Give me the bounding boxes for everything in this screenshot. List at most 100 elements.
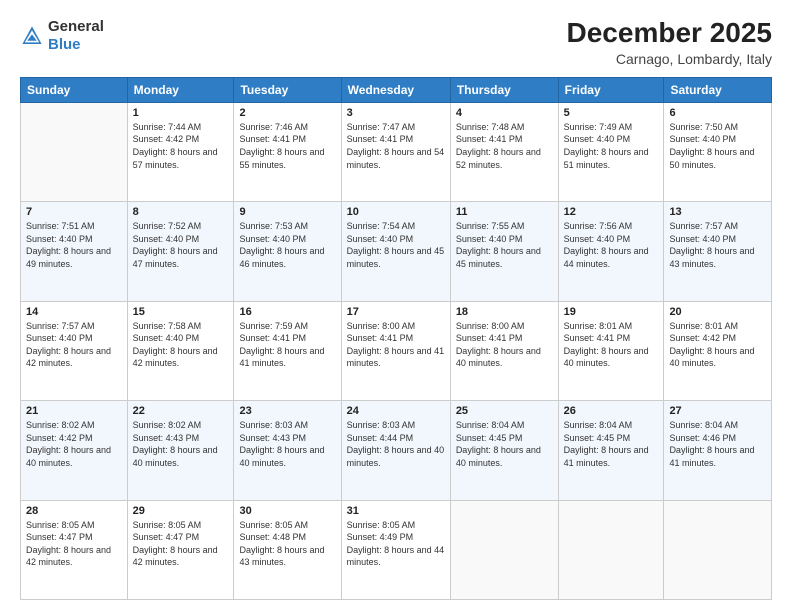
- day-number: 23: [239, 405, 335, 417]
- day-number: 17: [347, 306, 445, 318]
- day-cell: 14 Sunrise: 7:57 AMSunset: 4:40 PMDayligh…: [21, 301, 128, 400]
- day-cell: [450, 500, 558, 599]
- day-number: 12: [564, 206, 659, 218]
- day-info: Sunrise: 8:01 AMSunset: 4:41 PMDaylight:…: [564, 320, 659, 370]
- day-info: Sunrise: 8:00 AMSunset: 4:41 PMDaylight:…: [456, 320, 553, 370]
- day-number: 24: [347, 405, 445, 417]
- day-number: 29: [133, 505, 229, 517]
- day-cell: 12 Sunrise: 7:56 AMSunset: 4:40 PMDayligh…: [558, 202, 664, 301]
- day-number: 13: [669, 206, 766, 218]
- day-info: Sunrise: 8:00 AMSunset: 4:41 PMDaylight:…: [347, 320, 445, 370]
- day-number: 14: [26, 306, 122, 318]
- day-cell: 31 Sunrise: 8:05 AMSunset: 4:49 PMDayligh…: [341, 500, 450, 599]
- day-number: 6: [669, 107, 766, 119]
- weekday-thursday: Thursday: [450, 77, 558, 102]
- day-info: Sunrise: 7:56 AMSunset: 4:40 PMDaylight:…: [564, 220, 659, 270]
- day-number: 11: [456, 206, 553, 218]
- day-number: 22: [133, 405, 229, 417]
- day-info: Sunrise: 8:03 AMSunset: 4:44 PMDaylight:…: [347, 419, 445, 469]
- location-title: Carnago, Lombardy, Italy: [567, 51, 772, 67]
- day-cell: 26 Sunrise: 8:04 AMSunset: 4:45 PMDayligh…: [558, 401, 664, 500]
- day-number: 25: [456, 405, 553, 417]
- day-cell: 16 Sunrise: 7:59 AMSunset: 4:41 PMDayligh…: [234, 301, 341, 400]
- day-info: Sunrise: 7:46 AMSunset: 4:41 PMDaylight:…: [239, 121, 335, 171]
- day-number: 9: [239, 206, 335, 218]
- day-number: 10: [347, 206, 445, 218]
- day-cell: 8Sunrise: 7:52 AMSunset: 4:40 PMDaylight…: [127, 202, 234, 301]
- day-cell: 29Sunrise: 8:05 AMSunset: 4:47 PMDayligh…: [127, 500, 234, 599]
- day-cell: [664, 500, 772, 599]
- logo-icon: [20, 24, 44, 48]
- day-cell: 2 Sunrise: 7:46 AMSunset: 4:41 PMDaylight…: [234, 102, 341, 201]
- logo-blue: Blue: [48, 36, 81, 53]
- day-cell: 25 Sunrise: 8:04 AMSunset: 4:45 PMDayligh…: [450, 401, 558, 500]
- weekday-sunday: Sunday: [21, 77, 128, 102]
- day-info: Sunrise: 7:55 AMSunset: 4:40 PMDaylight:…: [456, 220, 553, 270]
- logo-general: General: [48, 18, 104, 35]
- day-cell: 5 Sunrise: 7:49 AMSunset: 4:40 PMDaylight…: [558, 102, 664, 201]
- day-number: 30: [239, 505, 335, 517]
- day-cell: 10Sunrise: 7:54 AMSunset: 4:40 PMDayligh…: [341, 202, 450, 301]
- day-number: 5: [564, 107, 659, 119]
- day-number: 15: [133, 306, 229, 318]
- weekday-monday: Monday: [127, 77, 234, 102]
- day-info: Sunrise: 8:05 AMSunset: 4:47 PMDaylight:…: [26, 519, 122, 569]
- day-number: 16: [239, 306, 335, 318]
- day-cell: 24 Sunrise: 8:03 AMSunset: 4:44 PMDayligh…: [341, 401, 450, 500]
- day-cell: [558, 500, 664, 599]
- day-info: Sunrise: 8:01 AMSunset: 4:42 PMDaylight:…: [669, 320, 766, 370]
- week-row-4: 21 Sunrise: 8:02 AMSunset: 4:42 PMDayligh…: [21, 401, 772, 500]
- day-info: Sunrise: 7:49 AMSunset: 4:40 PMDaylight:…: [564, 121, 659, 171]
- day-number: 21: [26, 405, 122, 417]
- day-number: 1: [133, 107, 229, 119]
- day-number: 19: [564, 306, 659, 318]
- day-number: 28: [26, 505, 122, 517]
- day-number: 27: [669, 405, 766, 417]
- day-info: Sunrise: 8:04 AMSunset: 4:45 PMDaylight:…: [564, 419, 659, 469]
- weekday-friday: Friday: [558, 77, 664, 102]
- calendar-page: General Blue December 2025 Carnago, Lomb…: [0, 0, 792, 612]
- day-info: Sunrise: 7:50 AMSunset: 4:40 PMDaylight:…: [669, 121, 766, 171]
- day-number: 7: [26, 206, 122, 218]
- day-info: Sunrise: 8:04 AMSunset: 4:46 PMDaylight:…: [669, 419, 766, 469]
- day-number: 2: [239, 107, 335, 119]
- day-cell: 4 Sunrise: 7:48 AMSunset: 4:41 PMDaylight…: [450, 102, 558, 201]
- logo-text: General Blue: [48, 18, 104, 54]
- day-cell: 21 Sunrise: 8:02 AMSunset: 4:42 PMDayligh…: [21, 401, 128, 500]
- day-info: Sunrise: 8:02 AMSunset: 4:42 PMDaylight:…: [26, 419, 122, 469]
- day-info: Sunrise: 7:52 AMSunset: 4:40 PMDaylight:…: [133, 220, 229, 270]
- day-info: Sunrise: 7:59 AMSunset: 4:41 PMDaylight:…: [239, 320, 335, 370]
- day-cell: 3Sunrise: 7:47 AMSunset: 4:41 PMDaylight…: [341, 102, 450, 201]
- day-info: Sunrise: 8:05 AMSunset: 4:49 PMDaylight:…: [347, 519, 445, 569]
- week-row-3: 14 Sunrise: 7:57 AMSunset: 4:40 PMDayligh…: [21, 301, 772, 400]
- day-info: Sunrise: 7:48 AMSunset: 4:41 PMDaylight:…: [456, 121, 553, 171]
- day-cell: 27 Sunrise: 8:04 AMSunset: 4:46 PMDayligh…: [664, 401, 772, 500]
- month-title: December 2025: [567, 18, 772, 49]
- day-info: Sunrise: 8:04 AMSunset: 4:45 PMDaylight:…: [456, 419, 553, 469]
- day-cell: 28 Sunrise: 8:05 AMSunset: 4:47 PMDayligh…: [21, 500, 128, 599]
- day-number: 26: [564, 405, 659, 417]
- day-number: 18: [456, 306, 553, 318]
- day-cell: 30 Sunrise: 8:05 AMSunset: 4:48 PMDayligh…: [234, 500, 341, 599]
- week-row-2: 7Sunrise: 7:51 AMSunset: 4:40 PMDaylight…: [21, 202, 772, 301]
- day-cell: 15Sunrise: 7:58 AMSunset: 4:40 PMDayligh…: [127, 301, 234, 400]
- day-info: Sunrise: 7:57 AMSunset: 4:40 PMDaylight:…: [26, 320, 122, 370]
- day-cell: 11 Sunrise: 7:55 AMSunset: 4:40 PMDayligh…: [450, 202, 558, 301]
- day-info: Sunrise: 7:44 AMSunset: 4:42 PMDaylight:…: [133, 121, 229, 171]
- weekday-wednesday: Wednesday: [341, 77, 450, 102]
- day-cell: 17 Sunrise: 8:00 AMSunset: 4:41 PMDayligh…: [341, 301, 450, 400]
- day-cell: [21, 102, 128, 201]
- day-number: 31: [347, 505, 445, 517]
- day-number: 4: [456, 107, 553, 119]
- day-info: Sunrise: 7:53 AMSunset: 4:40 PMDaylight:…: [239, 220, 335, 270]
- day-number: 3: [347, 107, 445, 119]
- day-cell: 9 Sunrise: 7:53 AMSunset: 4:40 PMDaylight…: [234, 202, 341, 301]
- day-info: Sunrise: 8:03 AMSunset: 4:43 PMDaylight:…: [239, 419, 335, 469]
- day-cell: 19 Sunrise: 8:01 AMSunset: 4:41 PMDayligh…: [558, 301, 664, 400]
- day-cell: 23 Sunrise: 8:03 AMSunset: 4:43 PMDayligh…: [234, 401, 341, 500]
- day-cell: 7Sunrise: 7:51 AMSunset: 4:40 PMDaylight…: [21, 202, 128, 301]
- logo: General Blue: [20, 18, 104, 54]
- day-info: Sunrise: 8:05 AMSunset: 4:48 PMDaylight:…: [239, 519, 335, 569]
- day-cell: 1 Sunrise: 7:44 AMSunset: 4:42 PMDaylight…: [127, 102, 234, 201]
- week-row-1: 1 Sunrise: 7:44 AMSunset: 4:42 PMDaylight…: [21, 102, 772, 201]
